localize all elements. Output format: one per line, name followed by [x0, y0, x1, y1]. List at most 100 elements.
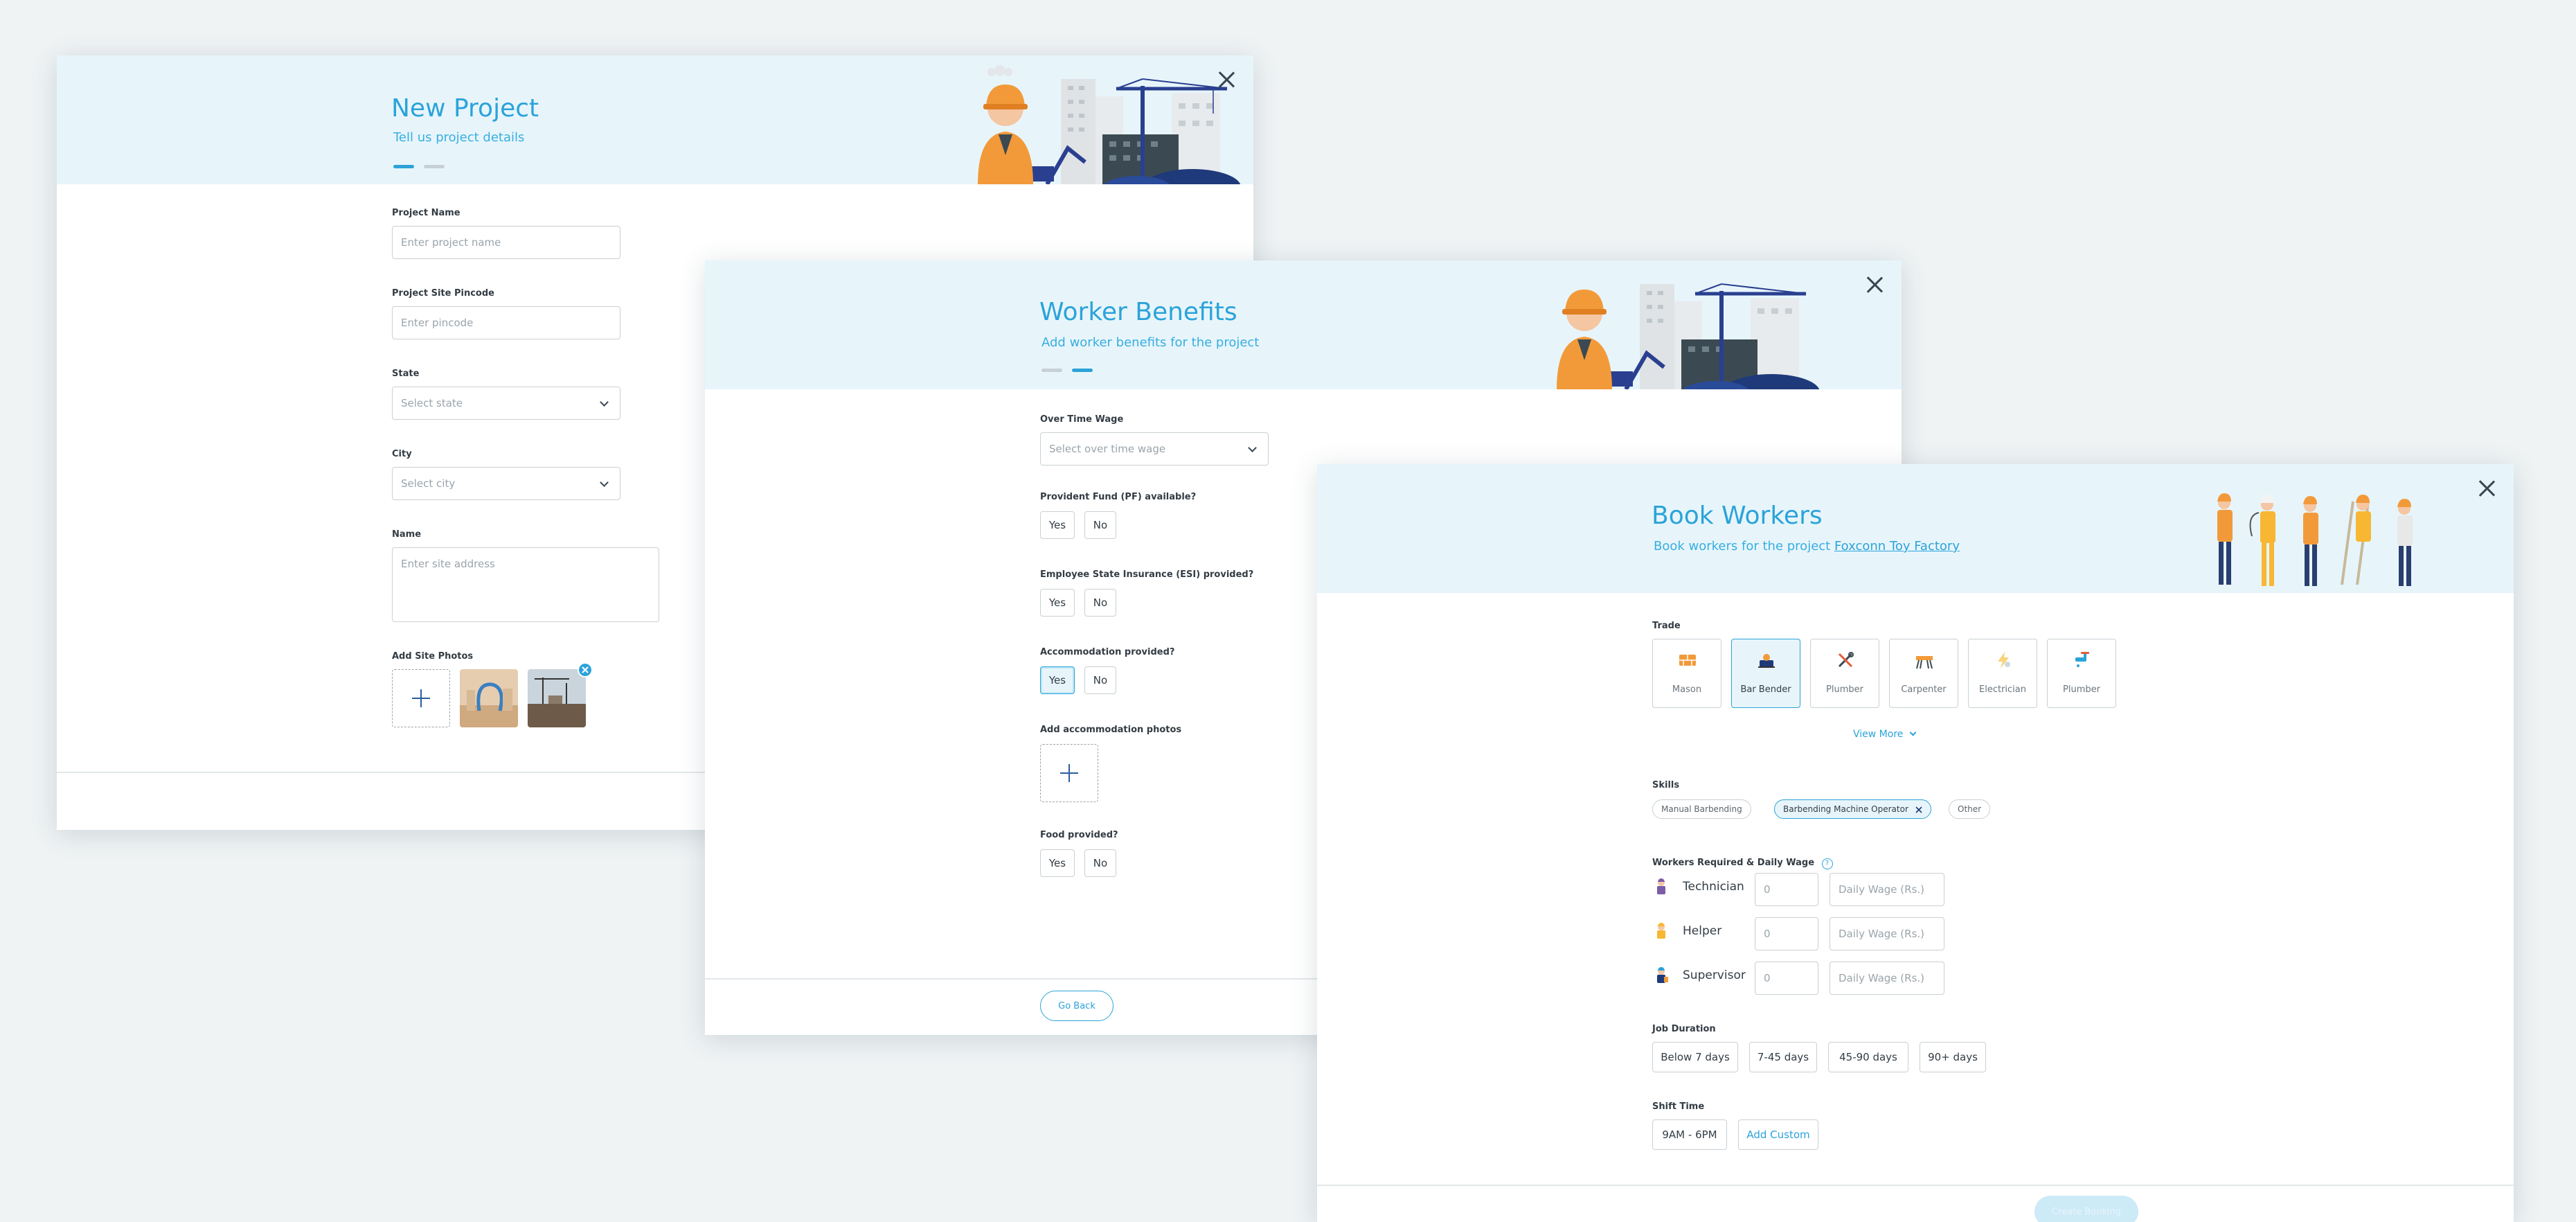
trade-label: Trade	[1652, 621, 1681, 631]
trade-label-text: Mason	[1672, 684, 1702, 695]
pf-no-button[interactable]: No	[1084, 511, 1116, 539]
skill-chip[interactable]: Manual Barbending	[1652, 799, 1751, 819]
accommodation-yes-button[interactable]: Yes	[1040, 666, 1075, 694]
project-link[interactable]: Foxconn Toy Factory	[1834, 539, 1960, 554]
pincode-label: Project Site Pincode	[392, 288, 494, 299]
pf-yes-button[interactable]: Yes	[1040, 511, 1075, 539]
state-select[interactable]: Select state	[392, 387, 620, 420]
food-no-button[interactable]: No	[1084, 849, 1116, 877]
trade-bar-bender[interactable]: Bar Bender	[1731, 639, 1800, 708]
remove-skill-icon[interactable]	[1915, 806, 1922, 813]
job-duration-label: Job Duration	[1652, 1024, 1716, 1034]
trade-electrician[interactable]: Electrician	[1968, 639, 2037, 708]
overtime-label: Over Time Wage	[1040, 414, 1124, 425]
esi-yes-button[interactable]: Yes	[1040, 589, 1075, 617]
skills-label: Skills	[1652, 780, 1680, 790]
add-custom-shift-button[interactable]: Add Custom	[1738, 1119, 1818, 1150]
construction-illustration	[978, 65, 1241, 184]
add-photo-button[interactable]	[392, 669, 450, 727]
remove-photo-icon[interactable]	[578, 662, 593, 678]
chevron-down-icon	[1909, 729, 1917, 736]
step-1-indicator	[1041, 369, 1062, 372]
site-address-label: Name	[392, 529, 422, 540]
duration-option[interactable]: 90+ days	[1920, 1042, 1986, 1072]
esi-no-button[interactable]: No	[1084, 589, 1116, 617]
supervisor-wage-input[interactable]: Daily Wage (Rs.)	[1830, 962, 1944, 995]
trade-mason[interactable]: Mason	[1652, 639, 1721, 708]
view-more-text: View More	[1853, 729, 1904, 740]
shift-option[interactable]: 9AM - 6PM	[1652, 1119, 1727, 1150]
step-indicator	[393, 165, 445, 168]
technician-count-input[interactable]: 0	[1755, 873, 1818, 906]
city-label: City	[392, 449, 412, 459]
go-back-button[interactable]: Go Back	[1040, 991, 1113, 1021]
trade-label-text: Plumber	[2063, 684, 2100, 695]
food-label: Food provided?	[1040, 830, 1118, 840]
step-indicator	[1041, 369, 1093, 372]
site-photo-thumbnail[interactable]	[528, 669, 586, 727]
close-icon[interactable]	[1864, 274, 1885, 295]
plus-icon	[1060, 764, 1078, 782]
close-icon[interactable]	[2476, 478, 2497, 499]
step-1-indicator	[393, 165, 414, 168]
page-subtitle: Book workers for the project Foxconn Toy…	[1654, 539, 1960, 554]
supervisor-icon	[1657, 967, 1668, 983]
info-icon[interactable]: ?	[1821, 858, 1833, 869]
site-address-textarea[interactable]: Enter site address	[392, 547, 659, 622]
helper-icon	[1657, 923, 1665, 939]
duration-option[interactable]: 7-45 days	[1749, 1042, 1817, 1072]
page-title: New Project	[391, 94, 539, 123]
bar-bender-icon	[1758, 654, 1775, 668]
overtime-select[interactable]: Select over time wage	[1040, 432, 1269, 466]
project-name-input[interactable]: Enter project name	[392, 226, 620, 259]
workers-illustration	[2217, 493, 2413, 586]
page-subtitle: Tell us project details	[393, 130, 525, 145]
footer-divider	[1317, 1185, 2514, 1186]
skill-chip-label: Barbending Machine Operator	[1783, 804, 1908, 814]
trade-label-text: Carpenter	[1901, 684, 1947, 695]
technician-icon	[1657, 878, 1665, 894]
add-accommodation-photo-button[interactable]	[1040, 744, 1098, 802]
pincode-input[interactable]: Enter pincode	[392, 306, 620, 339]
supervisor-count-input[interactable]: 0	[1755, 962, 1818, 995]
food-yes-button[interactable]: Yes	[1040, 849, 1075, 877]
duration-option[interactable]: Below 7 days	[1652, 1042, 1738, 1072]
trade-plumber[interactable]: Plumber	[1810, 639, 1879, 708]
book-workers-card: Book Workers Book workers for the projec…	[1317, 464, 2514, 1222]
accommodation-label: Accommodation provided?	[1040, 647, 1175, 657]
city-select[interactable]: Select city	[392, 467, 620, 500]
role-label: Supervisor	[1683, 968, 1746, 982]
site-photo-thumbnail[interactable]	[460, 669, 518, 727]
technician-wage-input[interactable]: Daily Wage (Rs.)	[1830, 873, 1944, 906]
construction-illustration	[1557, 283, 1820, 389]
step-2-indicator	[424, 165, 445, 168]
workers-required-text: Workers Required & Daily Wage	[1652, 858, 1815, 868]
page-subtitle: Add worker benefits for the project	[1041, 335, 1260, 350]
skill-chip[interactable]: Other	[1949, 799, 1991, 819]
site-photos-label: Add Site Photos	[392, 651, 474, 662]
accommodation-no-button[interactable]: No	[1084, 666, 1116, 694]
shift-time-label: Shift Time	[1652, 1101, 1705, 1112]
faucet-icon	[2075, 652, 2089, 667]
close-icon[interactable]	[1216, 69, 1237, 90]
subtitle-text: Book workers for the project	[1654, 539, 1831, 554]
pf-label: Provident Fund (PF) available?	[1040, 492, 1197, 502]
trade-label-text: Plumber	[1826, 684, 1863, 695]
esi-label: Employee State Insurance (ESI) provided?	[1040, 569, 1254, 580]
trade-carpenter[interactable]: Carpenter	[1889, 639, 1958, 708]
duration-option[interactable]: 45-90 days	[1828, 1042, 1908, 1072]
project-name-label: Project Name	[392, 208, 460, 218]
trade-label-text: Bar Bender	[1740, 684, 1791, 695]
brick-icon	[1679, 655, 1696, 666]
wrench-icon	[1838, 652, 1854, 668]
skill-chip-selected[interactable]: Barbending Machine Operator	[1774, 799, 1931, 819]
helper-count-input[interactable]: 0	[1755, 917, 1818, 950]
create-booking-button[interactable]: Create Booking	[2034, 1196, 2138, 1222]
page-title: Book Workers	[1652, 502, 1823, 530]
helper-wage-input[interactable]: Daily Wage (Rs.)	[1830, 917, 1944, 950]
page-title: Worker Benefits	[1039, 298, 1237, 326]
workers-required-label: Workers Required & Daily Wage ?	[1652, 858, 1833, 869]
view-more-link[interactable]: View More	[1853, 729, 1917, 740]
accommodation-photos-label: Add accommodation photos	[1040, 725, 1182, 735]
trade-plumber-2[interactable]: Plumber	[2047, 639, 2116, 708]
